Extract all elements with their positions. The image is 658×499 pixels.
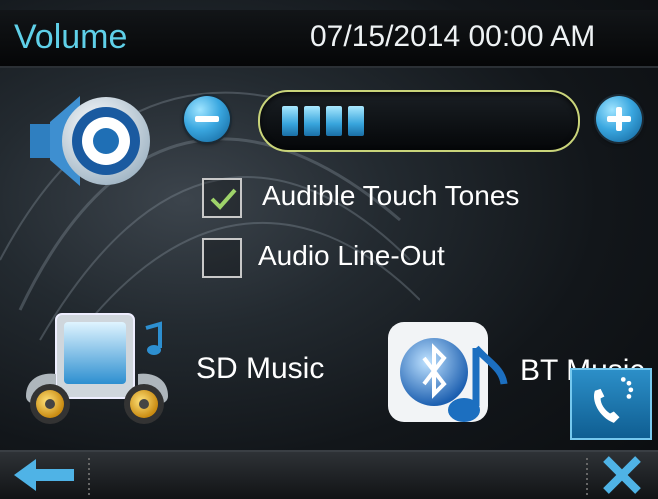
sd-music-label[interactable]: SD Music xyxy=(196,352,324,386)
bluetooth-music-icon[interactable] xyxy=(384,318,508,432)
speaker-icon xyxy=(30,96,150,186)
bottom-toolbar xyxy=(0,450,658,499)
volume-screen: Volume 07/15/2014 00:00 AM Audible Touch… xyxy=(0,0,658,499)
volume-segment xyxy=(326,106,342,136)
page-title: Volume xyxy=(14,18,128,56)
sd-music-icon[interactable] xyxy=(22,308,172,428)
volume-segment xyxy=(348,106,364,136)
minus-icon xyxy=(195,116,219,122)
back-arrow-icon[interactable] xyxy=(10,455,80,495)
checkmark-icon xyxy=(210,188,237,210)
line-out-checkbox[interactable] xyxy=(202,238,242,278)
volume-up-button[interactable] xyxy=(596,96,642,142)
close-icon[interactable] xyxy=(596,455,646,495)
phone-icon xyxy=(593,377,634,423)
volume-segment xyxy=(282,106,298,136)
toolbar-divider xyxy=(88,458,90,496)
volume-segment xyxy=(304,106,320,136)
toolbar-divider xyxy=(586,458,588,496)
volume-slider[interactable] xyxy=(258,90,580,152)
date-time: 07/15/2014 00:00 AM xyxy=(310,20,596,53)
touch-tones-label[interactable]: Audible Touch Tones xyxy=(262,180,519,212)
title-bar: Volume 07/15/2014 00:00 AM xyxy=(0,10,658,68)
touch-tones-checkbox[interactable] xyxy=(202,178,242,218)
line-out-label[interactable]: Audio Line-Out xyxy=(258,240,445,272)
phone-button[interactable] xyxy=(570,368,652,440)
volume-down-button[interactable] xyxy=(184,96,230,142)
